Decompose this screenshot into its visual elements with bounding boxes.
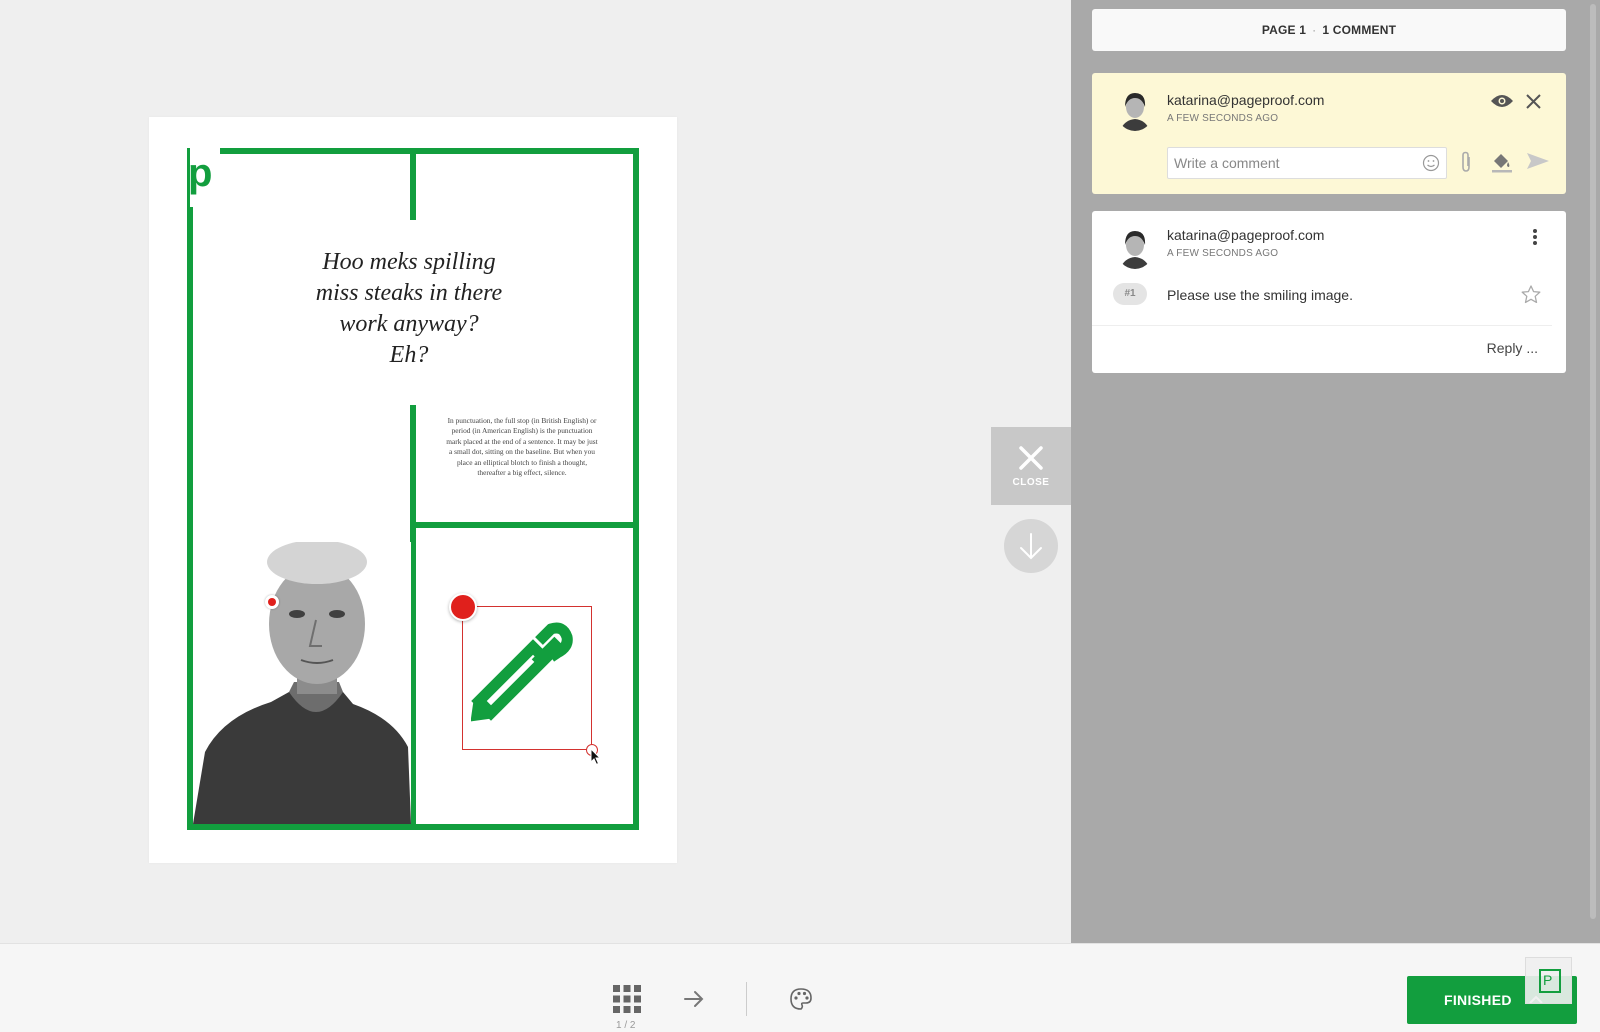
- new-comment-card: katarina@pageproof.com A FEW SECONDS AGO: [1092, 73, 1566, 194]
- pageproof-logo-icon: P: [1539, 969, 1561, 993]
- comments-panel: PAGE 1 · 1 COMMENT katarina@pageproof.com …: [1071, 0, 1600, 943]
- body-copy: In punctuation, the full stop (in Britis…: [446, 416, 598, 478]
- toolbar-divider: [746, 982, 747, 1016]
- portrait-image: [193, 542, 411, 824]
- comment-text: Please use the smiling image.: [1167, 287, 1353, 303]
- reply-link[interactable]: Reply ...: [1487, 340, 1538, 356]
- proof-canvas: p Hoo meks spilling miss steaks in there…: [0, 0, 1071, 943]
- paint-bucket-icon[interactable]: [1490, 149, 1514, 173]
- comment-card: katarina@pageproof.com A FEW SECONDS AGO…: [1092, 211, 1566, 373]
- palette-icon[interactable]: [790, 988, 812, 1010]
- frame-divider-horizontal: [410, 522, 636, 528]
- mouse-cursor-icon: [590, 748, 602, 766]
- comment-input[interactable]: [1167, 147, 1447, 179]
- finished-label: FINISHED: [1444, 992, 1512, 1008]
- avatar: [1116, 89, 1154, 131]
- annotation-pin-small[interactable]: [265, 595, 279, 609]
- comment-number-badge[interactable]: #1: [1113, 283, 1147, 305]
- eye-icon[interactable]: [1490, 93, 1514, 109]
- send-icon[interactable]: [1526, 152, 1550, 170]
- paperclip-icon[interactable]: [1459, 151, 1473, 173]
- annotation-pin[interactable]: [449, 593, 477, 621]
- logo-letter: p: [188, 151, 213, 195]
- frame-divider-top: [410, 148, 416, 220]
- page-label: PAGE 1: [1261, 23, 1307, 37]
- close-label: CLOSE: [1012, 477, 1050, 488]
- pageproof-badge[interactable]: P: [1525, 957, 1572, 1004]
- star-icon[interactable]: [1521, 285, 1541, 304]
- next-comment-button[interactable]: [1004, 519, 1058, 573]
- page-comment-header: PAGE 1 · 1 COMMENT: [1092, 9, 1566, 51]
- proof-page[interactable]: p Hoo meks spilling miss steaks in there…: [149, 117, 677, 863]
- smiley-icon[interactable]: [1422, 154, 1440, 172]
- logo-mark: p: [188, 147, 220, 207]
- annotation-box[interactable]: [462, 606, 592, 750]
- comment-count: 1 COMMENT: [1322, 23, 1397, 37]
- comment-timestamp: A FEW SECONDS AGO: [1167, 248, 1279, 259]
- svg-text:P: P: [1543, 972, 1552, 988]
- headline: Hoo meks spilling miss steaks in there w…: [315, 249, 503, 368]
- more-vertical-icon[interactable]: [1532, 228, 1538, 246]
- close-icon: [1019, 446, 1043, 470]
- arrow-down-icon: [1020, 533, 1042, 560]
- comment-author: katarina@pageproof.com: [1167, 227, 1325, 243]
- page-counter: 1 / 2: [616, 1020, 636, 1031]
- avatar: [1116, 227, 1154, 269]
- close-comments-button[interactable]: CLOSE: [991, 427, 1071, 505]
- comment-author: katarina@pageproof.com: [1167, 92, 1325, 108]
- arrow-right-icon[interactable]: [683, 989, 705, 1009]
- close-icon[interactable]: [1526, 94, 1541, 109]
- comment-timestamp: A FEW SECONDS AGO: [1167, 113, 1279, 124]
- panel-scrollbar[interactable]: [1590, 4, 1596, 919]
- bottom-toolbar: 1 / 2 FINISHED P: [0, 943, 1600, 1032]
- grid-icon[interactable]: [613, 985, 641, 1013]
- divider: [1092, 325, 1552, 326]
